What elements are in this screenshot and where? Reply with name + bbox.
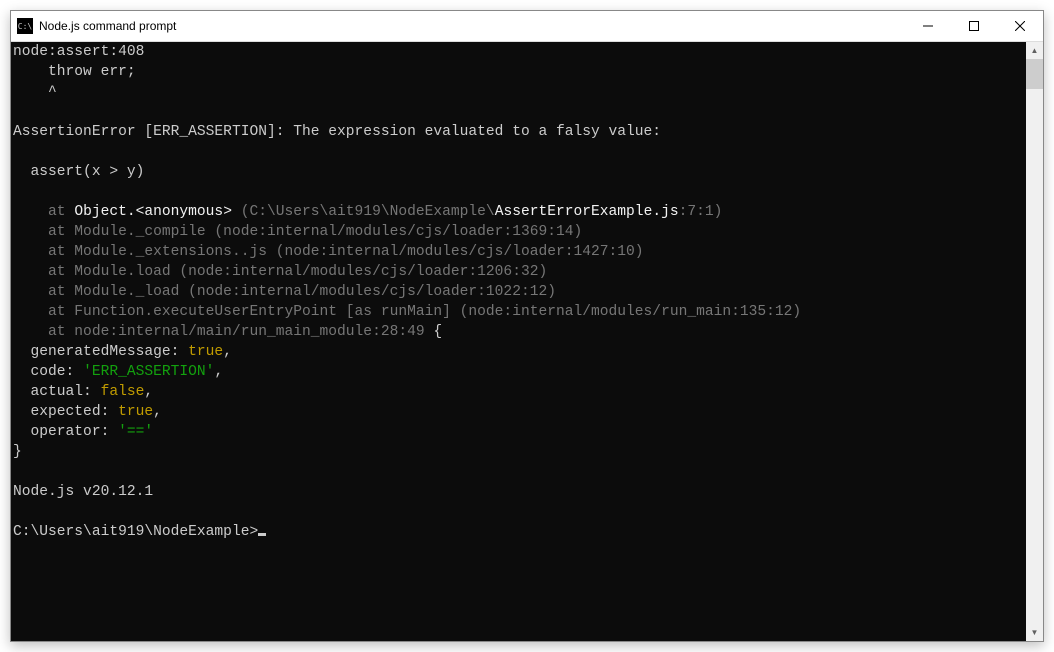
close-icon <box>1015 21 1025 31</box>
cmd-icon: C:\ <box>17 18 33 34</box>
stack-line: at Function.executeUserEntryPoint [as ru… <box>13 304 801 320</box>
console-wrap: node:assert:408 throw err; ^ AssertionEr… <box>11 42 1043 641</box>
stack-line: at Module._load (node:internal/modules/c… <box>13 284 556 300</box>
stack-line: at node:internal/main/run_main_module:28… <box>13 324 425 340</box>
scroll-thumb[interactable] <box>1026 59 1043 89</box>
stack-line: at Module.load (node:internal/modules/cj… <box>13 264 547 280</box>
scroll-up-button[interactable]: ▲ <box>1026 42 1043 59</box>
stack-line: at Module._compile (node:internal/module… <box>13 224 582 240</box>
prop-key: actual: <box>13 384 101 400</box>
prop-value: 'ERR_ASSERTION' <box>83 364 214 380</box>
prop-key: operator: <box>13 424 118 440</box>
prop-key: code: <box>13 364 83 380</box>
out-line: throw err; <box>13 64 136 80</box>
app-window: C:\ Node.js command prompt node:assert:4… <box>10 10 1044 642</box>
stack-line: AssertErrorExample.js <box>495 204 679 220</box>
stack-line: at Module._extensions..js (node:internal… <box>13 244 644 260</box>
titlebar[interactable]: C:\ Node.js command prompt <box>11 11 1043 42</box>
stack-line: C:\Users\ait919\NodeExample\ <box>249 204 494 220</box>
out-line: assert(x > y) <box>13 164 144 180</box>
cursor <box>258 533 266 536</box>
close-button[interactable] <box>997 11 1043 41</box>
comma: , <box>153 404 162 420</box>
prop-key: expected: <box>13 404 118 420</box>
stack-line: :7:1 <box>679 204 714 220</box>
comma: , <box>144 384 153 400</box>
prop-value: '==' <box>118 424 153 440</box>
stack-line: ) <box>714 204 723 220</box>
out-line: ^ <box>13 84 57 100</box>
comma: , <box>214 364 223 380</box>
stack-line: Object.<anonymous> <box>74 204 232 220</box>
out-line: node:assert:408 <box>13 44 144 60</box>
maximize-icon <box>969 21 979 31</box>
stack-line: at <box>13 204 74 220</box>
minimize-icon <box>923 21 933 31</box>
maximize-button[interactable] <box>951 11 997 41</box>
prop-value: false <box>101 384 145 400</box>
out-line: } <box>13 444 22 460</box>
minimize-button[interactable] <box>905 11 951 41</box>
prop-value: true <box>118 404 153 420</box>
prop-key: generatedMessage: <box>13 344 188 360</box>
out-line: { <box>425 324 443 340</box>
prop-value: true <box>188 344 223 360</box>
out-line: Node.js v20.12.1 <box>13 484 153 500</box>
out-line: AssertionError [ERR_ASSERTION]: The expr… <box>13 124 661 140</box>
prompt: C:\Users\ait919\NodeExample> <box>13 524 258 540</box>
console-output[interactable]: node:assert:408 throw err; ^ AssertionEr… <box>11 42 1026 641</box>
comma: , <box>223 344 232 360</box>
scrollbar[interactable]: ▲ ▼ <box>1026 42 1043 641</box>
window-title: Node.js command prompt <box>39 19 176 33</box>
stack-line: ( <box>232 204 250 220</box>
scroll-down-button[interactable]: ▼ <box>1026 624 1043 641</box>
